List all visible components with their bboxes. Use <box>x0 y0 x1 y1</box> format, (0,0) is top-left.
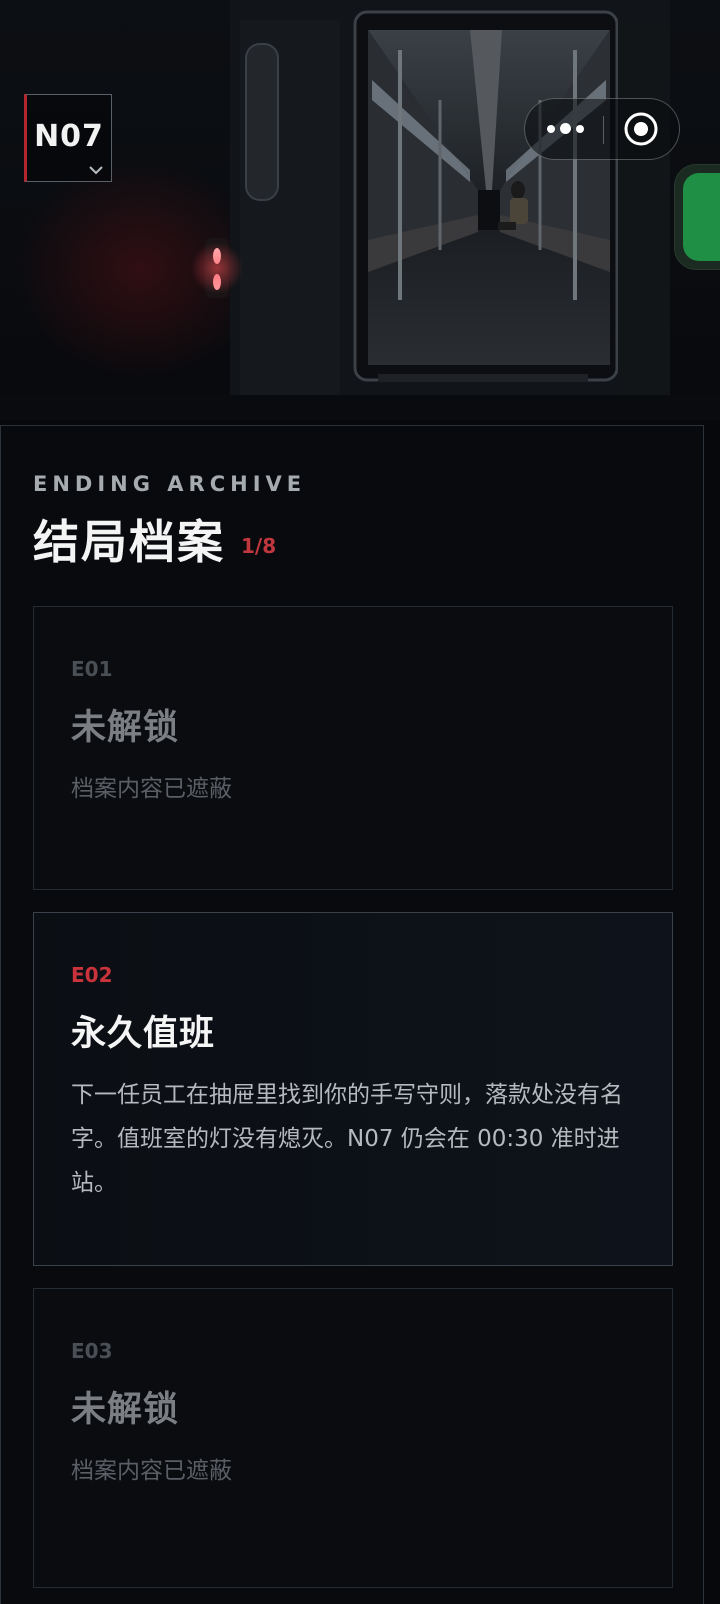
chevron-down-icon <box>89 166 103 175</box>
floating-side-tab[interactable] <box>674 164 720 270</box>
unlock-count: 1/8 <box>241 534 277 558</box>
ending-archive-panel: ENDING ARCHIVE 结局档案 1/8 E01 未解锁 档案内容已遮蔽 … <box>0 425 704 1604</box>
app-page: N07 ENDING ARCHIVE 结局档案 1/8 E01 未解锁 档案内容… <box>0 0 720 1604</box>
dot-icon <box>576 125 584 133</box>
ending-title: 未解锁 <box>71 1390 180 1430</box>
subway-scene-illustration <box>0 0 720 420</box>
line-code: N07 <box>34 119 104 154</box>
heading-row: 结局档案 1/8 <box>33 514 276 570</box>
ending-title: 未解锁 <box>71 708 180 748</box>
mini-program-capsule <box>524 98 680 160</box>
more-button[interactable] <box>539 99 591 159</box>
ending-card-e01[interactable]: E01 未解锁 档案内容已遮蔽 <box>33 606 673 890</box>
ending-code: E01 <box>71 657 113 681</box>
dot-icon <box>547 125 555 133</box>
ending-card-e03[interactable]: E03 未解锁 档案内容已遮蔽 <box>33 1288 673 1588</box>
ending-description: 档案内容已遮蔽 <box>71 1458 232 1484</box>
ending-description: 档案内容已遮蔽 <box>71 776 232 802</box>
section-kicker: ENDING ARCHIVE <box>33 472 307 496</box>
chat-bubble-icon <box>683 173 720 261</box>
ending-card-e02[interactable]: E02 永久值班 下一任员工在抽屉里找到你的手写守则，落款处没有名字。值班室的灯… <box>33 912 673 1266</box>
ending-code: E02 <box>71 963 113 987</box>
ending-description: 下一任员工在抽屉里找到你的手写守则，落款处没有名字。值班室的灯没有熄灭。N07 … <box>71 1082 623 1196</box>
ending-title: 永久值班 <box>71 1014 216 1054</box>
ending-code: E03 <box>71 1339 113 1363</box>
target-close-icon[interactable] <box>623 111 659 147</box>
page-title: 结局档案 <box>33 515 225 569</box>
dot-icon <box>560 123 571 134</box>
hero-subway-image <box>0 0 720 420</box>
capsule-divider <box>603 116 604 144</box>
line-selector[interactable]: N07 <box>24 94 112 182</box>
